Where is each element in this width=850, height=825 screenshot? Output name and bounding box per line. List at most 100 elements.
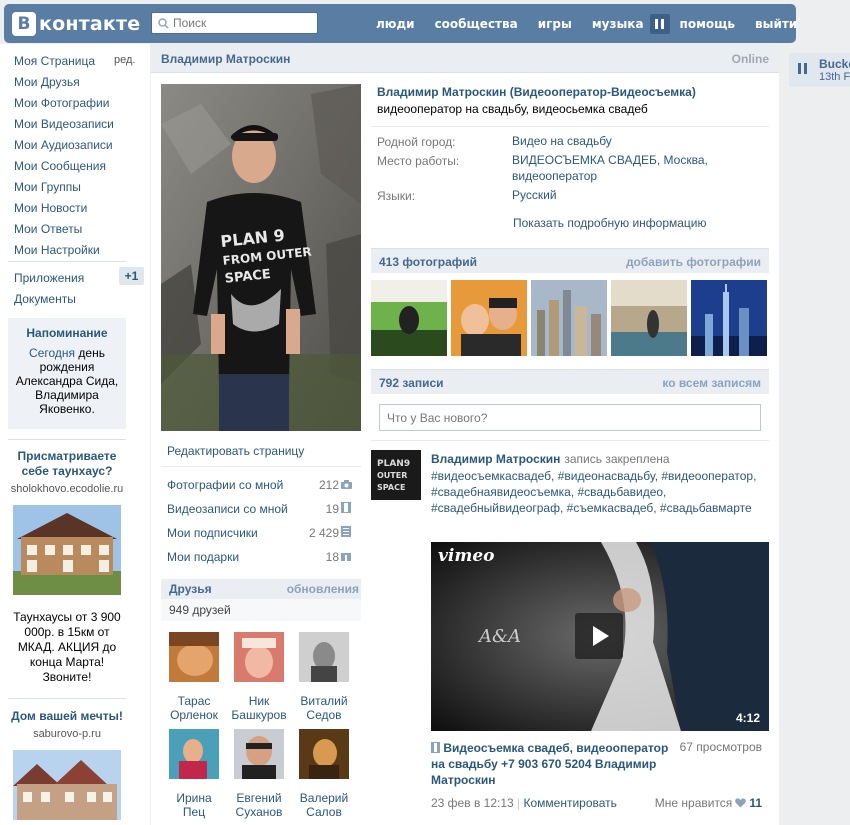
friend-item[interactable]: Евгений Суханов bbox=[229, 729, 289, 819]
nav-logout[interactable]: выйти bbox=[745, 17, 807, 31]
photo-thumbnail[interactable] bbox=[611, 280, 687, 356]
nav-people[interactable]: люди bbox=[366, 17, 425, 31]
post-author-name[interactable]: Владимир Матроскин bbox=[431, 452, 560, 466]
ad-townhouse[interactable]: Присматриваете себе таунхаус? sholokhovo… bbox=[8, 449, 126, 685]
music-pause-button[interactable] bbox=[649, 13, 670, 34]
ad-domain-2: saburovo-p.ru bbox=[33, 728, 101, 740]
ad-dream-house[interactable]: Дом вашей мечты! saburovo-p.ru bbox=[8, 709, 126, 823]
menu-my-videos[interactable]: Мои Видеозаписи bbox=[14, 117, 114, 131]
friends-count[interactable]: 949 друзей bbox=[161, 599, 361, 621]
mini-audio-player[interactable]: Bucke 13th F bbox=[789, 53, 850, 87]
photo-thumbnail[interactable] bbox=[371, 280, 447, 356]
friends-updates-link[interactable]: обновления bbox=[287, 582, 359, 596]
menu-my-news[interactable]: Мои Новости bbox=[14, 201, 87, 215]
nav-music[interactable]: музыка bbox=[582, 17, 648, 31]
ad-divider-2 bbox=[8, 698, 126, 699]
new-post-input[interactable]: Что у Вас нового? bbox=[379, 404, 761, 431]
search-box[interactable] bbox=[151, 12, 318, 34]
divider bbox=[161, 466, 361, 467]
friend-avatar bbox=[169, 729, 219, 779]
search-input[interactable] bbox=[173, 16, 313, 30]
menu-my-messages[interactable]: Мои Сообщения bbox=[14, 159, 106, 173]
friends-title[interactable]: Друзья bbox=[169, 582, 212, 596]
wall-title[interactable]: 792 записи bbox=[379, 376, 444, 390]
photo-thumbnail[interactable] bbox=[451, 280, 527, 356]
post-author-avatar[interactable]: PLAN9 OUTER SPACE bbox=[371, 450, 421, 500]
counter-videos-with-me[interactable]: Видеозаписи со мной bbox=[167, 502, 288, 516]
hometown-value[interactable]: Видео на свадьбу bbox=[512, 133, 612, 149]
photo-thumbnail[interactable] bbox=[691, 280, 767, 356]
video-duration: 4:12 bbox=[735, 711, 760, 725]
like-button[interactable]: Мне нравится 11 bbox=[655, 796, 762, 810]
counter-gifts[interactable]: Мои подарки bbox=[167, 550, 239, 564]
counter-followers-value: 2 429 bbox=[308, 526, 339, 540]
edit-page-link[interactable]: Редактировать страницу bbox=[167, 444, 304, 458]
menu-documents[interactable]: Документы bbox=[14, 292, 76, 306]
friend-first-name: Виталий bbox=[300, 694, 348, 708]
friend-item[interactable]: Ирина Пец bbox=[164, 729, 224, 819]
friend-avatar bbox=[299, 729, 349, 779]
gift-icon bbox=[341, 550, 351, 561]
logo-letter: В bbox=[12, 12, 36, 36]
nav-help[interactable]: помощь bbox=[672, 17, 745, 31]
work-value[interactable]: ВИДЕОСЪЕМКА СВАДЕБ, Москва, видеооператор bbox=[512, 152, 708, 184]
ad-image-house bbox=[13, 750, 121, 820]
online-status: Online bbox=[731, 52, 769, 66]
reminder-today-link[interactable]: Сегодня bbox=[29, 346, 75, 360]
nav-communities[interactable]: сообщества bbox=[425, 17, 528, 31]
menu-my-answers[interactable]: Мои Ответы bbox=[14, 222, 82, 236]
menu-divider bbox=[8, 261, 126, 262]
work-line-2: видеооператор bbox=[512, 169, 598, 183]
video-views: 67 просмотров bbox=[679, 740, 762, 754]
show-more-info-link[interactable]: Показать подробную информацию bbox=[513, 216, 707, 230]
menu-my-audio[interactable]: Мои Аудиозаписи bbox=[14, 138, 113, 152]
profile-photo[interactable]: PLAN 9 FROM OUTER SPACE bbox=[161, 84, 361, 431]
reminder-text: Сегодня день рождения Александра Сида, В… bbox=[8, 346, 126, 416]
wall-header: 792 записи ко всем записям bbox=[371, 369, 769, 394]
counter-photos-with-me[interactable]: Фотографии со мной bbox=[167, 478, 283, 492]
post-hashtags[interactable]: #видеосъемкасвадеб, #видеонасвадьбу, #ви… bbox=[431, 468, 771, 516]
followers-icon bbox=[341, 526, 351, 537]
post-pinned-label: запись закреплена bbox=[564, 452, 670, 466]
pause-icon[interactable] bbox=[798, 63, 807, 74]
ad-title: Присматриваете себе таунхаус? bbox=[17, 449, 117, 478]
play-button[interactable] bbox=[575, 613, 623, 659]
nav-games[interactable]: игры bbox=[528, 17, 582, 31]
friend-last-name: Башкуров bbox=[231, 708, 287, 722]
heart-icon bbox=[735, 798, 747, 808]
photos-title[interactable]: 413 фотографий bbox=[379, 255, 477, 269]
friend-avatar bbox=[234, 729, 284, 779]
comment-link[interactable]: Комментировать bbox=[523, 796, 616, 810]
track-subtitle: 13th F bbox=[819, 71, 850, 83]
all-posts-link[interactable]: ко всем записям bbox=[662, 376, 761, 390]
friend-item[interactable]: Ник Башкуров bbox=[229, 632, 289, 722]
friend-item[interactable]: Валерий Салов bbox=[294, 729, 354, 819]
post-author: Владимир Матроскин запись закреплена bbox=[431, 452, 670, 466]
apps-badge[interactable]: +1 bbox=[119, 267, 144, 285]
post-date[interactable]: 23 фев в 12:13 bbox=[431, 796, 514, 810]
pause-icon bbox=[655, 18, 659, 29]
counter-gifts-value: 18 bbox=[325, 550, 339, 564]
friend-item[interactable]: Тарас Орленок bbox=[164, 632, 224, 722]
menu-apps[interactable]: Приложения bbox=[14, 271, 84, 285]
photo-thumbnail[interactable] bbox=[531, 280, 607, 356]
menu-my-page[interactable]: Моя Страница bbox=[14, 54, 95, 68]
friend-first-name: Валерий bbox=[299, 791, 349, 805]
svg-text:PLAN9: PLAN9 bbox=[377, 459, 410, 469]
menu-edit-link[interactable]: ред. bbox=[114, 54, 135, 66]
menu-my-photos[interactable]: Мои Фотографии bbox=[14, 96, 109, 110]
add-photos-link[interactable]: добавить фотографии bbox=[626, 255, 761, 269]
video-player[interactable]: vimeo A&A 4:12 bbox=[431, 542, 769, 731]
friend-item[interactable]: Виталий Седов bbox=[294, 632, 354, 722]
friend-first-name: Евгений bbox=[236, 791, 282, 805]
counter-followers[interactable]: Мои подписчики bbox=[167, 526, 258, 540]
video-title[interactable]: Видеосъемка свадеб, видеооператор на сва… bbox=[431, 740, 681, 788]
friend-avatar bbox=[299, 632, 349, 682]
menu-my-friends[interactable]: Мои Друзья bbox=[14, 75, 80, 89]
languages-value[interactable]: Русский bbox=[512, 187, 557, 203]
vk-logo[interactable]: В контакте bbox=[12, 12, 140, 36]
menu-my-groups[interactable]: Мои Группы bbox=[14, 180, 81, 194]
like-label: Мне нравится bbox=[654, 796, 733, 810]
profile-status[interactable]: видеооператор на свадьбу, видеосьемка св… bbox=[377, 102, 648, 116]
menu-my-settings[interactable]: Мои Настройки bbox=[14, 243, 100, 257]
